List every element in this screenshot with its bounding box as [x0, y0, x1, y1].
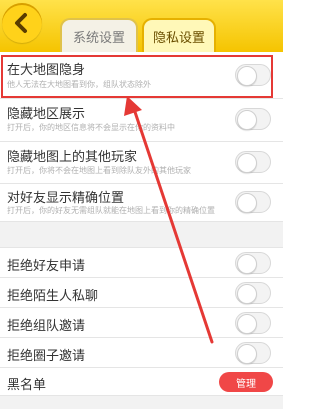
- tab-system-settings[interactable]: 系统设置: [60, 18, 138, 52]
- setting-row-stealth: 在大地图隐身 他人无法在大地图看到你，组队状态除外: [0, 52, 283, 99]
- reject-friend-requests-toggle[interactable]: [235, 252, 271, 274]
- reject-stranger-chat-toggle[interactable]: [235, 282, 271, 304]
- blacklist-row: 黑名单 管理: [0, 368, 283, 396]
- precise-location-toggle[interactable]: [235, 191, 271, 213]
- setting-desc: 打开后，你的好友无需组队就能在地图上看到你的精确位置: [7, 206, 215, 215]
- hide-players-toggle[interactable]: [235, 151, 271, 173]
- privacy-title: 拒绝陌生人私聊: [7, 289, 99, 304]
- setting-row-hide-region: 隐藏地区展示 打开后，你的地区信息将不会显示在你的资料中: [0, 99, 283, 142]
- reject-team-invites-toggle[interactable]: [235, 312, 271, 334]
- setting-title: 在大地图隐身: [7, 63, 86, 78]
- setting-title: 隐藏地图上的其他玩家: [7, 150, 138, 165]
- reject-circle-invites-toggle[interactable]: [235, 342, 271, 364]
- setting-desc: 打开后，你的地区信息将不会显示在你的资料中: [7, 123, 175, 132]
- setting-desc: 打开后，你将不会在地图上看到除队友外的其他玩家: [7, 166, 191, 175]
- privacy-row-circle-invites: 拒绝圈子邀请: [0, 338, 283, 368]
- privacy-row-team-invites: 拒绝组队邀请: [0, 308, 283, 338]
- setting-desc: 他人无法在大地图看到你，组队状态除外: [7, 80, 151, 89]
- privacy-title: 拒绝圈子邀请: [7, 349, 86, 364]
- section-divider: [0, 222, 283, 248]
- hide-region-toggle[interactable]: [235, 108, 271, 130]
- manage-blacklist-button[interactable]: 管理: [219, 372, 273, 392]
- privacy-title: 拒绝好友申请: [7, 259, 86, 274]
- privacy-title: 拒绝组队邀请: [7, 319, 86, 334]
- stealth-toggle[interactable]: [235, 64, 271, 86]
- blacklist-title: 黑名单: [7, 378, 47, 393]
- top-bar: 系统设置 隐私设置: [0, 0, 283, 52]
- privacy-row-friend-requests: 拒绝好友申请: [0, 248, 283, 278]
- setting-row-precise-location: 对好友显示精确位置 打开后，你的好友无需组队就能在地图上看到你的精确位置: [0, 184, 283, 222]
- back-button[interactable]: [2, 3, 42, 43]
- back-arrow-icon: [15, 13, 27, 33]
- setting-title: 隐藏地区展示: [7, 107, 86, 122]
- privacy-row-stranger-chat: 拒绝陌生人私聊: [0, 278, 283, 308]
- tab-privacy-settings[interactable]: 隐私设置: [142, 18, 216, 52]
- setting-title: 对好友显示精确位置: [7, 191, 125, 206]
- bottom-band: [0, 396, 283, 409]
- setting-row-hide-players: 隐藏地图上的其他玩家 打开后，你将不会在地图上看到除队友外的其他玩家: [0, 142, 283, 184]
